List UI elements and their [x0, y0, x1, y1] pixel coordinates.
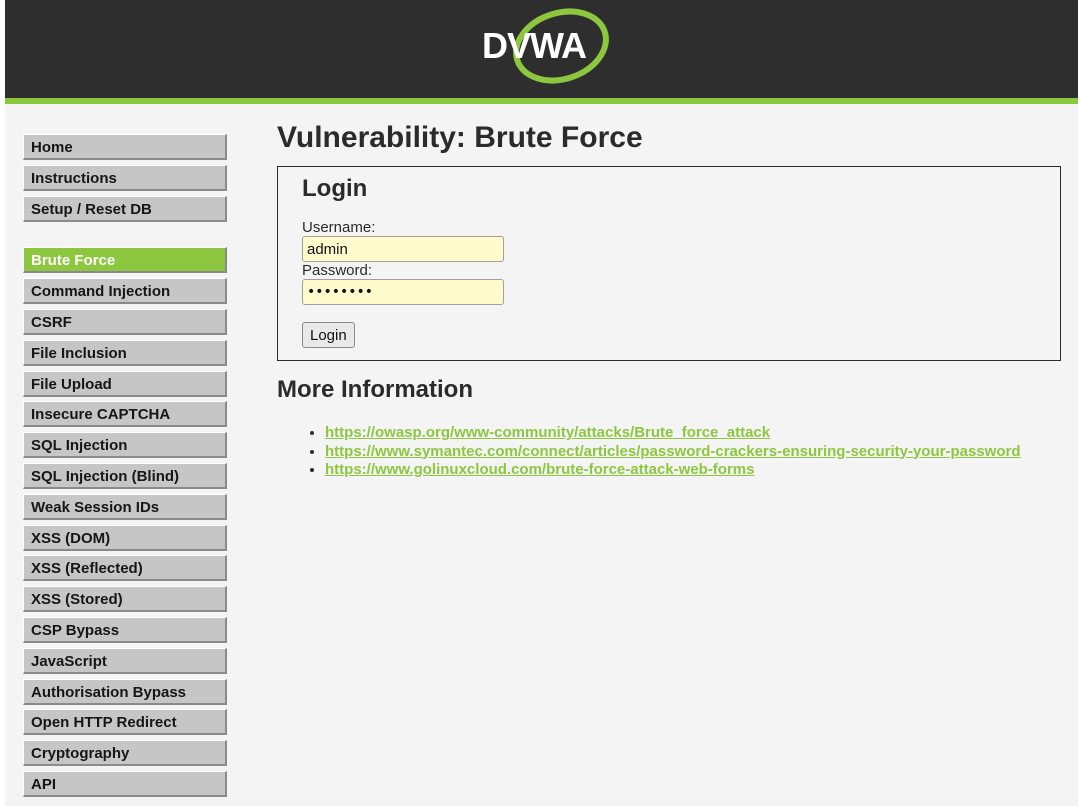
sidebar-item-cryptography[interactable]: Cryptography	[23, 740, 227, 767]
menu-group-general: Home Instructions Setup / Reset DB	[23, 134, 227, 222]
logo-text: DVWA	[482, 25, 587, 66]
sidebar-item-open-http-redirect[interactable]: Open HTTP Redirect	[23, 709, 227, 736]
sidebar-item-csrf[interactable]: CSRF	[23, 308, 227, 335]
username-input[interactable]	[302, 236, 504, 262]
sidebar-item-javascript[interactable]: JavaScript	[23, 647, 227, 674]
password-label: Password:	[302, 262, 373, 279]
sidebar-item-home[interactable]: Home	[23, 134, 227, 160]
main-content: Vulnerability: Brute Force Login Usernam…	[277, 118, 1061, 478]
sidebar-item-csp-bypass[interactable]: CSP Bypass	[23, 616, 227, 643]
sidebar-item-file-inclusion[interactable]: File Inclusion	[23, 339, 227, 366]
link-owasp-brute-force[interactable]: https://owasp.org/www-community/attacks/…	[325, 424, 770, 441]
username-label: Username:	[302, 219, 376, 236]
list-item: https://www.golinuxcloud.com/brute-force…	[325, 461, 1021, 480]
sidebar-item-brute-force[interactable]: Brute Force	[23, 247, 227, 274]
header: DVWA	[5, 0, 1078, 98]
menu-group-vulnerabilities: Brute Force Command Injection CSRF File …	[23, 247, 227, 797]
sidebar-item-xss-reflected[interactable]: XSS (Reflected)	[23, 555, 227, 582]
sidebar-item-xss-dom[interactable]: XSS (DOM)	[23, 524, 227, 551]
password-input[interactable]	[302, 279, 504, 305]
dvwa-logo: DVWA	[482, 8, 609, 84]
sidebar-item-api[interactable]: API	[23, 770, 227, 797]
link-symantec-password-crackers[interactable]: https://www.symantec.com/connect/article…	[325, 443, 1021, 460]
page: DVWA Home Instructions Setup / Reset DB …	[5, 0, 1078, 806]
list-item: https://owasp.org/www-community/attacks/…	[325, 424, 1021, 443]
menu-divider	[23, 226, 227, 247]
sidebar-item-xss-stored[interactable]: XSS (Stored)	[23, 586, 227, 613]
sidebar-item-setup-reset-db[interactable]: Setup / Reset DB	[23, 195, 227, 222]
sidebar-item-sql-injection-blind[interactable]: SQL Injection (Blind)	[23, 462, 227, 489]
sidebar-item-command-injection[interactable]: Command Injection	[23, 278, 227, 305]
sidebar-item-instructions[interactable]: Instructions	[23, 164, 227, 191]
sidebar-item-file-upload[interactable]: File Upload	[23, 370, 227, 397]
login-button[interactable]: Login	[302, 322, 355, 348]
more-information-heading: More Information	[277, 376, 473, 403]
sidebar-item-sql-injection[interactable]: SQL Injection	[23, 432, 227, 459]
header-accent-bar	[5, 98, 1078, 104]
sidebar-item-weak-session-ids[interactable]: Weak Session IDs	[23, 493, 227, 520]
sidebar-menu: Home Instructions Setup / Reset DB Brute…	[23, 134, 227, 802]
sidebar-item-insecure-captcha[interactable]: Insecure CAPTCHA	[23, 401, 227, 428]
more-information-links: https://owasp.org/www-community/attacks/…	[277, 424, 1021, 480]
link-golinuxcloud-brute-force[interactable]: https://www.golinuxcloud.com/brute-force…	[325, 461, 754, 478]
page-title: Vulnerability: Brute Force	[277, 121, 643, 154]
login-form: Login Username: Password: Login	[277, 166, 1061, 361]
login-heading: Login	[302, 175, 368, 202]
list-item: https://www.symantec.com/connect/article…	[325, 443, 1021, 462]
sidebar-item-authorisation-bypass[interactable]: Authorisation Bypass	[23, 678, 227, 705]
